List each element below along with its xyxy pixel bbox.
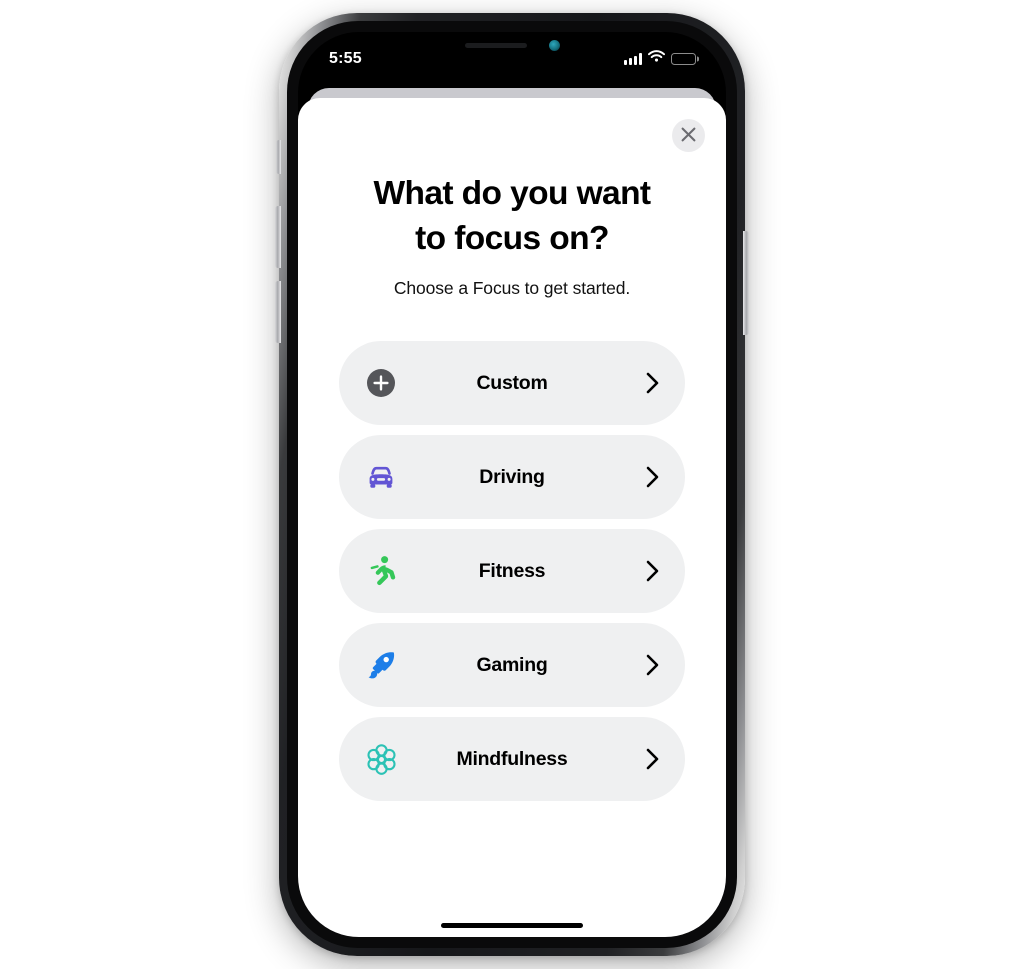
car-icon [361, 457, 401, 497]
chevron-right-icon [643, 651, 661, 679]
focus-option-gaming[interactable]: Gaming [339, 623, 685, 707]
home-indicator[interactable] [441, 923, 583, 928]
chevron-right-icon [643, 557, 661, 585]
chevron-right-icon [643, 745, 661, 773]
status-bar-time: 5:55 [329, 50, 362, 67]
volume-down-button[interactable] [275, 281, 281, 343]
page-subtitle: Choose a Focus to get started. [393, 278, 631, 298]
running-person-icon [361, 551, 401, 591]
front-camera-icon [548, 40, 560, 51]
chevron-right-icon [643, 463, 661, 491]
plus-circle-icon [361, 363, 401, 403]
page-title: What do you want to focus on? [332, 171, 692, 261]
wifi-icon [648, 50, 665, 68]
close-button[interactable] [672, 119, 705, 152]
focus-option-fitness[interactable]: Fitness [339, 529, 685, 613]
volume-up-button[interactable] [275, 206, 281, 268]
focus-option-mindfulness[interactable]: Mindfulness [339, 717, 685, 801]
cellular-signal-icon [624, 53, 642, 65]
battery-icon [671, 52, 699, 66]
earpiece-speaker-icon [464, 43, 527, 48]
focus-options-list: Custom Driving Fitness Gaming Mindfulnes… [298, 341, 726, 801]
focus-option-driving[interactable]: Driving [339, 435, 685, 519]
focus-option-custom[interactable]: Custom [339, 341, 685, 425]
chevron-right-icon [643, 369, 661, 397]
status-bar-indicators [624, 50, 699, 68]
phone-screen: 5:55 What do you want to focus on? Choos… [298, 32, 726, 937]
notch [407, 32, 617, 63]
flower-rosette-icon [361, 739, 401, 779]
power-button[interactable] [743, 231, 749, 335]
rocket-icon [361, 645, 401, 685]
page-title-line-2: to focus on? [415, 220, 609, 257]
close-x-icon [681, 127, 696, 145]
page-title-line-1: What do you want [373, 175, 652, 212]
silent-switch-button[interactable] [276, 140, 281, 174]
focus-selection-sheet: What do you want to focus on? Choose a F… [298, 98, 726, 937]
